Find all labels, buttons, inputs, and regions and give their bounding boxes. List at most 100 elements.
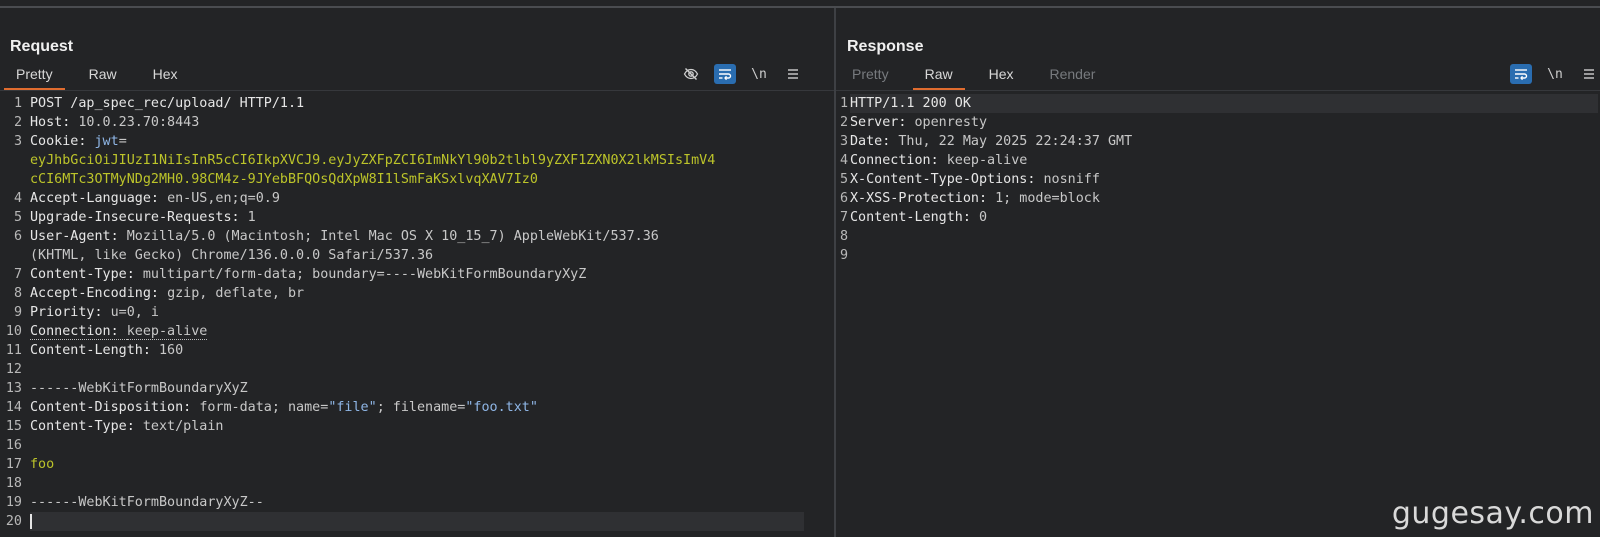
- request-line-number: [0, 246, 22, 265]
- response-code-line: X-Content-Type-Options: nosniff: [850, 170, 1100, 189]
- newline-toggle[interactable]: \n: [748, 64, 770, 84]
- request-code-line: POST /ap_spec_rec/upload/ HTTP/1.1: [30, 94, 304, 113]
- response-code-line: Connection: keep-alive: [850, 151, 1027, 170]
- request-line-number: 18: [5, 476, 22, 491]
- hamburger-menu-icon[interactable]: [1578, 64, 1600, 84]
- request-code-line: Accept-Encoding: gzip, deflate, br: [30, 284, 304, 303]
- response-tab-divider: [836, 90, 1600, 91]
- request-editor[interactable]: 1 2 3 4 5 6 7 8 9 10 11 12 13 14 15 16 17 18 19 20 POST /ap…: [0, 94, 834, 537]
- watermark: gugesay.com: [1391, 496, 1594, 531]
- request-code-token: cCI6MTc3OTMyNDg2MH0.98CM4z-9JYebBFQOsQdX…: [30, 172, 538, 187]
- request-tab-divider: [0, 90, 834, 91]
- request-code-line: (KHTML, like Gecko) Chrome/136.0.0.0 Saf…: [30, 246, 433, 265]
- request-code-token: User-Agent:: [30, 229, 127, 244]
- request-code-token: =: [118, 134, 127, 149]
- text-cursor: [30, 514, 32, 529]
- response-line-number: 9: [839, 248, 848, 263]
- request-line-number: 1: [13, 96, 22, 111]
- request-code-token: "foo.txt": [465, 400, 538, 415]
- request-line-number: 2: [13, 115, 22, 130]
- request-code-line: cCI6MTc3OTMyNDg2MH0.98CM4z-9JYebBFQOsQdX…: [30, 170, 538, 189]
- request-code-token: text/plain: [142, 419, 224, 434]
- request-code-line: Connection: keep-alive: [30, 322, 208, 341]
- response-line-number: 6: [839, 191, 848, 206]
- request-tab-hex[interactable]: Hex: [141, 66, 190, 90]
- wrap-lines-icon[interactable]: [1510, 64, 1532, 84]
- request-line-number: 20: [5, 514, 22, 529]
- response-tab-render[interactable]: Render: [1038, 66, 1108, 90]
- request-code-line: Content-Type: text/plain: [30, 417, 224, 436]
- response-code-token: openresty: [914, 115, 988, 130]
- request-code-token: u=0, i: [110, 305, 159, 320]
- request-toolbar: \n: [668, 64, 804, 84]
- request-code-token: Content-Type:: [30, 419, 143, 434]
- response-code-token: X-Content-Type-Options:: [850, 172, 1044, 187]
- request-line-number: 6: [13, 229, 22, 244]
- request-code-line: Host: 10.0.23.70:8443: [30, 113, 199, 132]
- newline-toggle[interactable]: \n: [1544, 64, 1566, 84]
- request-line-number: 7: [13, 267, 22, 282]
- request-code-token: (KHTML, like Gecko) Chrome/136.0.0.0 Saf…: [30, 248, 434, 263]
- request-line-numbers: 1 2 3 4 5 6 7 8 9 10 11 12 13 14 15 16 17 18 19 20: [0, 94, 28, 537]
- response-code-token: 1; mode=block: [995, 191, 1100, 206]
- response-code-token: Date:: [850, 134, 899, 149]
- request-code-token: eyJhbGciOiJIUzI1NiIsInR5cCI6IkpXVCJ9.eyJ…: [30, 153, 716, 168]
- request-code-token: keep-alive: [126, 324, 208, 340]
- request-code-line: foo: [30, 455, 54, 474]
- request-line-number: 5: [13, 210, 22, 225]
- response-line-number: 3: [839, 134, 848, 149]
- response-code-token: Server:: [850, 115, 915, 130]
- request-code-token: ------WebKitFormBoundaryXyZ--: [30, 495, 264, 510]
- wrap-lines-icon[interactable]: [714, 64, 736, 84]
- response-line-number: 7: [839, 210, 848, 225]
- request-tab-pretty[interactable]: Pretty: [4, 66, 65, 90]
- response-toolbar: \n: [1498, 64, 1600, 84]
- response-code-token: X-XSS-Protection:: [850, 191, 996, 206]
- request-line-number: 10: [5, 324, 22, 339]
- eye-off-icon[interactable]: [680, 64, 702, 84]
- request-code-token: Priority:: [30, 305, 111, 320]
- request-code-token: ------WebKitFormBoundaryXyZ: [30, 381, 248, 396]
- response-line-number: 1: [839, 96, 848, 111]
- response-line-number: 8: [839, 229, 848, 244]
- request-tab-raw[interactable]: Raw: [77, 66, 129, 90]
- request-code-line: Content-Type: multipart/form-data; bound…: [30, 265, 586, 284]
- request-code-line: User-Agent: Mozilla/5.0 (Macintosh; Inte…: [30, 227, 659, 246]
- request-line-number: 13: [5, 381, 22, 396]
- request-line-number: 14: [5, 400, 22, 415]
- response-line-number: 2: [839, 115, 848, 130]
- response-line-number: 4: [839, 153, 848, 168]
- response-tab-raw[interactable]: Raw: [912, 66, 965, 90]
- response-code-line: Content-Length: 0: [850, 208, 987, 227]
- current-line-highlight: [30, 512, 804, 531]
- request-code-token: Mozilla/5.0 (Macintosh; Intel Mac OS X 1…: [126, 229, 659, 244]
- request-code-token: Accept-Language:: [30, 191, 168, 206]
- response-pane: Response Pretty Raw Hex Render \n 1 2 3 4 5 6…: [836, 8, 1600, 537]
- hamburger-menu-icon[interactable]: [782, 64, 804, 84]
- request-code-line: Content-Length: 160: [30, 341, 183, 360]
- request-code-token: Connection:: [30, 324, 127, 340]
- request-line-number: 8: [13, 286, 22, 301]
- response-tab-hex[interactable]: Hex: [977, 66, 1026, 90]
- request-line-number: 12: [5, 362, 22, 377]
- request-code-token: "file": [328, 400, 377, 415]
- response-line-numbers: 1 2 3 4 5 6 7 8 9: [836, 94, 848, 537]
- request-code-line: Priority: u=0, i: [30, 303, 159, 322]
- request-code-token: POST /ap_spec_rec/upload/ HTTP/1.1: [30, 96, 305, 111]
- request-code-token: form-data; name=: [199, 400, 329, 415]
- response-code-line: X-XSS-Protection: 1; mode=block: [850, 189, 1100, 208]
- request-code-line: ------WebKitFormBoundaryXyZ: [30, 379, 248, 398]
- response-editor[interactable]: 1 2 3 4 5 6 7 8 9 HTTP/1.1 200 OK Server: openres…: [836, 94, 1600, 537]
- response-code-line: HTTP/1.1 200 OK: [850, 94, 971, 113]
- response-tabs: Pretty Raw Hex Render: [840, 66, 1119, 90]
- response-tab-pretty[interactable]: Pretty: [840, 66, 901, 90]
- response-code-token: nosniff: [1043, 172, 1100, 187]
- request-tabs: Pretty Raw Hex: [4, 66, 202, 90]
- request-line-number: 4: [13, 191, 22, 206]
- response-code-token: keep-alive: [946, 153, 1028, 168]
- request-code-line: eyJhbGciOiJIUzI1NiIsInR5cCI6IkpXVCJ9.eyJ…: [30, 151, 715, 170]
- request-code-token: gzip, deflate, br: [167, 286, 305, 301]
- request-code-token: ; filename=: [376, 400, 466, 415]
- request-pane: Request Pretty Raw Hex \n 1 2 3 4 5 6 7 8 9 10 11 1…: [0, 8, 834, 537]
- request-line-number: [0, 151, 22, 170]
